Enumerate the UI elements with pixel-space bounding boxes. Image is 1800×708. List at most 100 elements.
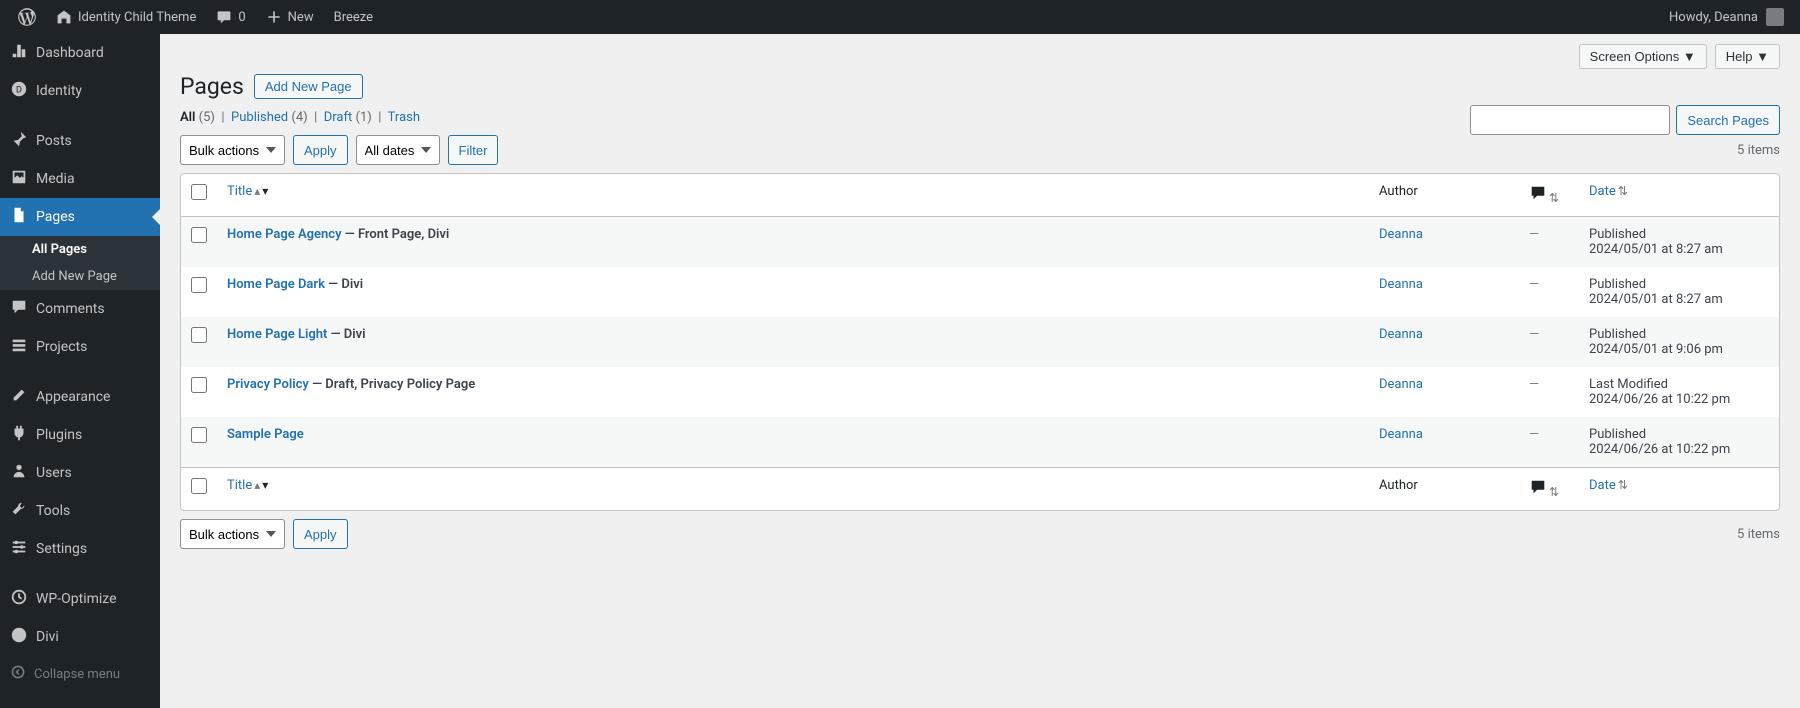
row-checkbox[interactable] [191,377,207,393]
comments-dash: — [1529,227,1539,242]
row-status: Published [1589,327,1646,342]
projects-icon [10,336,28,358]
comments-dash: — [1529,427,1539,442]
filter-all-count: (5) [199,110,215,125]
row-checkbox[interactable] [191,227,207,243]
site-name-label: Identity Child Theme [78,10,196,25]
menu-users[interactable]: Users [0,454,160,492]
row-title-link[interactable]: Home Page Light [227,327,327,342]
wordpress-icon [18,8,36,26]
col-comments[interactable]: ⇅ [1519,174,1579,217]
filter-draft[interactable]: Draft [324,110,353,125]
filter-published[interactable]: Published [231,110,288,125]
table-row: Sample PageDeanna—Published2024/06/26 at… [181,417,1779,467]
menu-media[interactable]: Media [0,160,160,198]
menu-wp-optimize[interactable]: WP-Optimize [0,580,160,618]
submenu-all-pages[interactable]: All Pages [0,236,160,263]
filter-button[interactable]: Filter [448,135,499,165]
author-link[interactable]: Deanna [1379,227,1423,242]
heading-row: Pages Add New Page [180,73,1780,100]
howdy[interactable]: Howdy, Deanna [1661,8,1792,26]
col-date-foot[interactable]: Date⇅ [1579,467,1779,510]
breeze-label: Breeze [334,10,373,25]
screen-options-button[interactable]: Screen Options ▼ [1579,44,1707,69]
select-all-top[interactable] [191,184,207,200]
select-all-bottom[interactable] [191,478,207,494]
row-title-link[interactable]: Home Page Dark [227,277,325,292]
menu-projects[interactable]: Projects [0,328,160,366]
submenu-add-new-page[interactable]: Add New Page [0,263,160,290]
menu-comments[interactable]: Comments [0,290,160,328]
row-title-link[interactable]: Home Page Agency [227,227,342,242]
col-title[interactable]: Title▴▾ [217,174,1369,217]
comments-bubble[interactable]: 0 [206,0,255,34]
menu-appearance[interactable]: Appearance [0,378,160,416]
menu-users-label: Users [36,465,72,481]
menu-plugins[interactable]: Plugins [0,416,160,454]
comment-icon [216,9,232,25]
post-state: — Divi [325,277,363,292]
site-name[interactable]: Identity Child Theme [46,0,206,34]
identity-icon: D [10,80,28,102]
menu-pages-label: Pages [36,209,75,225]
menu-projects-label: Projects [36,339,87,355]
sort-icon: ⇅ [1618,478,1628,492]
howdy-text: Howdy, Deanna [1669,10,1758,25]
wp-logo[interactable] [8,0,46,34]
row-status: Published [1589,227,1646,242]
author-link[interactable]: Deanna [1379,327,1423,342]
col-date[interactable]: Date⇅ [1579,174,1779,217]
dates-select[interactable]: All dates [356,135,440,165]
bulk-actions-select-top[interactable]: Bulk actions [180,135,285,165]
breeze-menu[interactable]: Breeze [324,0,383,34]
menu-wp-optimize-label: WP-Optimize [36,591,117,607]
row-date: 2024/06/26 at 10:22 pm [1589,392,1730,407]
search-input[interactable] [1470,105,1670,135]
col-comments-foot[interactable]: ⇅ [1519,467,1579,510]
help-button[interactable]: Help ▼ [1715,44,1780,69]
comments-dash: — [1529,277,1539,292]
menu-tools[interactable]: Tools [0,492,160,530]
plugins-icon [10,424,28,446]
row-checkbox[interactable] [191,427,207,443]
screen-options-label: Screen Options [1590,49,1680,64]
menu-dashboard[interactable]: Dashboard [0,34,160,72]
row-date: 2024/05/01 at 8:27 am [1589,292,1723,307]
add-new-page-button[interactable]: Add New Page [254,74,363,99]
new-content[interactable]: New [256,0,324,34]
col-author[interactable]: Author [1369,174,1519,217]
menu-pages[interactable]: Pages [0,198,160,236]
filter-all[interactable]: All [180,110,195,125]
menu-divi[interactable]: Divi [0,618,160,656]
filter-trash[interactable]: Trash [388,110,420,125]
menu-identity[interactable]: DIdentity [0,72,160,110]
author-link[interactable]: Deanna [1379,277,1423,292]
menu-settings[interactable]: Settings [0,530,160,568]
author-link[interactable]: Deanna [1379,377,1423,392]
menu-comments-label: Comments [36,301,105,317]
main-content: Screen Options ▼ Help ▼ Pages Add New Pa… [160,34,1800,708]
admin-sidebar: Dashboard DIdentity Posts Media Pages Al… [0,34,160,708]
row-checkbox[interactable] [191,277,207,293]
col-title-label: Title [227,184,252,199]
apply-button-top[interactable]: Apply [293,135,348,165]
pages-icon [10,206,28,228]
comments-dash: — [1529,377,1539,392]
bulk-actions-select-bottom[interactable]: Bulk actions [180,519,285,549]
col-title-foot[interactable]: Title▴▾ [217,467,1369,510]
menu-plugins-label: Plugins [36,427,82,443]
col-date-label-foot: Date [1589,478,1616,493]
search-button[interactable]: Search Pages [1676,105,1780,135]
row-title-link[interactable]: Privacy Policy [227,377,309,392]
post-state: — Divi [327,327,365,342]
collapse-menu[interactable]: Collapse menu [0,656,160,692]
row-checkbox[interactable] [191,327,207,343]
apply-button-bottom[interactable]: Apply [293,519,348,549]
col-author-foot[interactable]: Author [1369,467,1519,510]
menu-posts[interactable]: Posts [0,122,160,160]
pages-table: Title▴▾ Author ⇅ Date⇅ Home Page Agency … [180,173,1780,511]
row-title-link[interactable]: Sample Page [227,427,304,442]
author-link[interactable]: Deanna [1379,427,1423,442]
admin-bar-left: Identity Child Theme 0 New Breeze [8,0,383,34]
collapse-icon [10,664,26,684]
